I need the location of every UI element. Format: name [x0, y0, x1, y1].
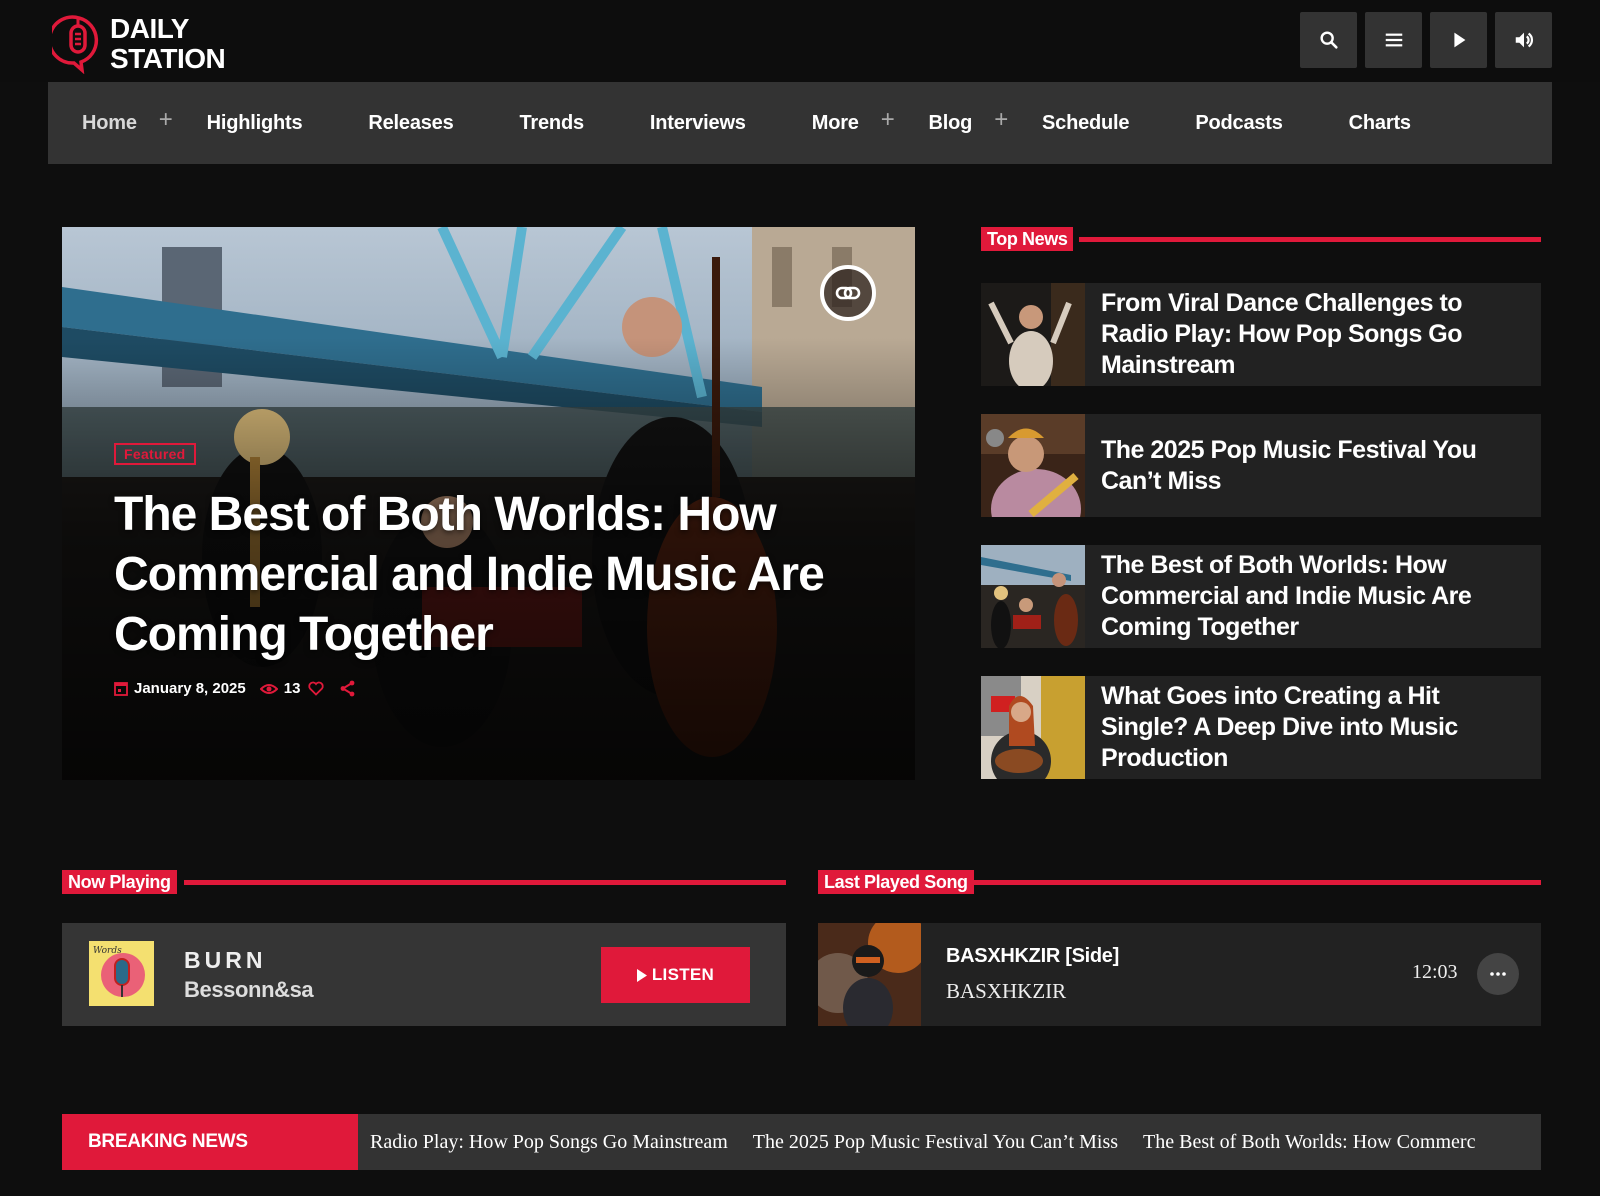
listen-label: LISTEN [651, 965, 715, 984]
nav-label: Charts [1348, 111, 1411, 134]
nav-item-charts[interactable]: Charts [1349, 112, 1411, 135]
last-played-title: BASXHKZIR [Side] [946, 945, 1119, 967]
featured-views: 13 [283, 680, 301, 697]
eye-icon [259, 683, 278, 695]
featured-article[interactable]: Featured The Best of Both Worlds: How Co… [62, 227, 915, 780]
site-name-line2: STATION [110, 43, 226, 74]
news-title[interactable]: From Viral Dance Challenges to Radio Pla… [1085, 283, 1541, 386]
nav-label: Interviews [649, 111, 746, 134]
site-name-line1: DAILY [110, 13, 189, 44]
site-logo[interactable]: DAILY STATION [52, 13, 226, 74]
svg-text:Words: Words [93, 946, 122, 956]
expand-plus-icon[interactable]: + [159, 106, 173, 134]
nav-label: Trends [519, 111, 585, 134]
top-news-item[interactable]: What Goes into Creating a Hit Single? A … [981, 676, 1541, 779]
nav-item-blog[interactable]: Blog + [928, 106, 1009, 135]
top-news-heading: Top News [981, 227, 1541, 251]
microphone-logo-icon [52, 15, 99, 74]
featured-meta: January 8, 2025 13 [114, 680, 362, 697]
nav-item-releases[interactable]: Releases [368, 112, 453, 135]
now-playing-artist: Bessonn&sa [184, 977, 314, 1002]
share-icon[interactable] [340, 680, 356, 697]
nav-item-more[interactable]: More + [811, 106, 895, 135]
calendar-icon [114, 681, 128, 696]
nav-item-highlights[interactable]: Highlights [207, 112, 303, 135]
news-thumbnail [981, 676, 1085, 779]
nav-label: Home [82, 111, 137, 134]
volume-button[interactable] [1495, 12, 1552, 68]
nav-item-trends[interactable]: Trends [519, 111, 585, 135]
news-thumbnail [981, 545, 1085, 648]
section-label: Last Played Song [818, 870, 974, 894]
news-title[interactable]: The 2025 Pop Music Festival You Can’t Mi… [1085, 414, 1541, 517]
nav-label: Blog [928, 111, 973, 134]
nav-label: Schedule [1042, 111, 1130, 134]
nav-label: Highlights [206, 111, 303, 134]
main-nav: Home + Highlights Releases Trends Interv… [48, 82, 1552, 164]
expand-plus-icon[interactable]: + [994, 106, 1008, 134]
now-playing-heading: Now Playing [62, 870, 786, 894]
now-playing-title: BURN [184, 947, 267, 973]
nav-item-interviews[interactable]: Interviews [650, 112, 746, 135]
last-played-heading: Last Played Song [818, 870, 1541, 894]
last-played-card: BASXHKZIR [Side] BASXHKZIR 12:03 [818, 923, 1541, 1026]
section-divider [184, 880, 786, 885]
featured-date: January 8, 2025 [134, 680, 246, 697]
copy-link-button[interactable] [820, 265, 876, 321]
ticker-item[interactable]: The Best of Both Worlds: How Commerc [1143, 1131, 1475, 1154]
last-played-time: 12:03 [1412, 961, 1458, 983]
section-divider [974, 880, 1541, 885]
link-icon [835, 286, 861, 300]
menu-button[interactable] [1365, 12, 1422, 68]
ticker-item[interactable]: Radio Play: How Pop Songs Go Mainstream [370, 1131, 728, 1154]
top-news-item[interactable]: From Viral Dance Challenges to Radio Pla… [981, 283, 1541, 386]
nav-item-podcasts[interactable]: Podcasts [1195, 111, 1283, 135]
header-actions [1300, 12, 1552, 68]
listen-button[interactable]: LISTEN [601, 947, 750, 1003]
search-icon [1319, 31, 1338, 49]
like-heart-icon[interactable] [308, 681, 325, 696]
last-played-artist: BASXHKZIR [946, 979, 1067, 1003]
expand-plus-icon[interactable]: + [881, 106, 895, 134]
news-title[interactable]: The Best of Both Worlds: How Commercial … [1085, 545, 1541, 648]
album-cover [818, 923, 921, 1026]
site-header: DAILY STATION [0, 0, 1600, 82]
section-label: Now Playing [62, 870, 177, 894]
site-name: DAILY STATION [110, 13, 226, 74]
more-dots-icon [1490, 972, 1506, 976]
nav-label: Podcasts [1195, 111, 1283, 134]
nav-item-home[interactable]: Home + [82, 106, 173, 135]
now-playing-card: Words BURN Bessonn&sa LISTEN [62, 923, 786, 1026]
play-button[interactable] [1430, 12, 1487, 68]
featured-badge[interactable]: Featured [114, 443, 196, 465]
breaking-news-label: BREAKING NEWS [62, 1114, 358, 1170]
top-news-item[interactable]: The Best of Both Worlds: How Commercial … [981, 545, 1541, 648]
volume-icon [1515, 32, 1533, 48]
news-thumbnail [981, 414, 1085, 517]
breaking-news-bar: BREAKING NEWS Radio Play: How Pop Songs … [62, 1114, 1541, 1170]
album-cover: Words [89, 941, 154, 1006]
nav-label: More [811, 111, 859, 134]
more-options-button[interactable] [1477, 953, 1519, 995]
news-title[interactable]: What Goes into Creating a Hit Single? A … [1085, 676, 1541, 779]
search-button[interactable] [1300, 12, 1357, 68]
section-label: Top News [981, 227, 1074, 251]
section-divider [1079, 237, 1541, 242]
play-icon [636, 968, 647, 982]
featured-title[interactable]: The Best of Both Worlds: How Commercial … [114, 485, 834, 665]
top-news-item[interactable]: The 2025 Pop Music Festival You Can’t Mi… [981, 414, 1541, 517]
hamburger-menu-icon [1385, 33, 1402, 47]
ticker-item[interactable]: The 2025 Pop Music Festival You Can’t Mi… [753, 1131, 1118, 1154]
play-icon [1453, 32, 1465, 48]
nav-item-schedule[interactable]: Schedule [1042, 111, 1130, 135]
news-ticker: Radio Play: How Pop Songs Go Mainstream … [358, 1114, 1500, 1170]
nav-label: Releases [368, 111, 454, 134]
news-thumbnail [981, 283, 1085, 386]
